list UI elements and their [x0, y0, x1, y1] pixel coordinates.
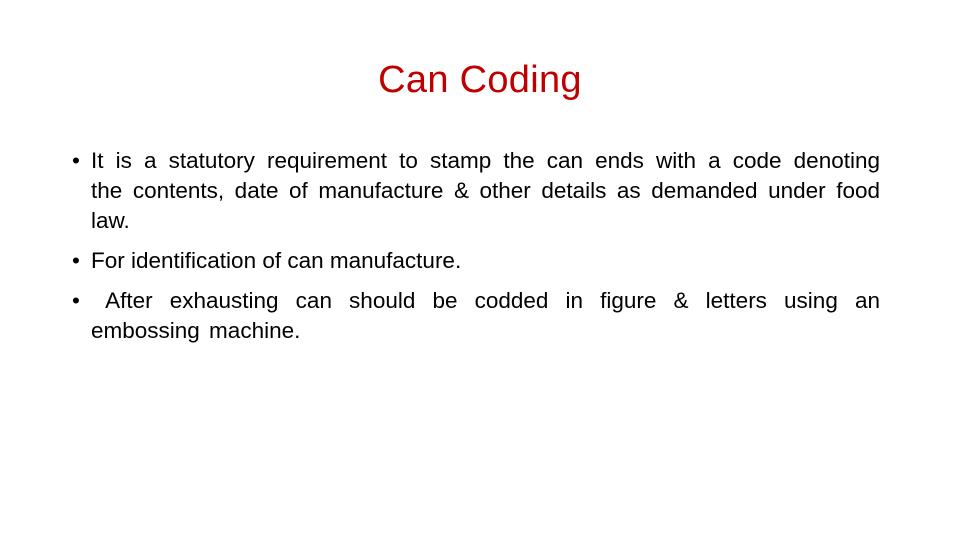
bullet-text: After exhausting can should be codded in… [91, 288, 890, 343]
bullet-item: • After exhausting can should be codded … [72, 286, 880, 346]
bullet-icon: • [72, 248, 80, 273]
bullet-list: • It is a statutory requirement to stamp… [72, 146, 880, 356]
slide-title: Can Coding [378, 59, 582, 101]
bullet-item: • It is a statutory requirement to stamp… [72, 146, 880, 236]
bullet-item: • For identification of can manufacture. [72, 246, 880, 276]
bullet-text: It is a statutory requirement to stamp t… [91, 148, 880, 233]
slide: Can Coding • It is a statutory requireme… [0, 0, 960, 540]
bullet-icon: • [72, 288, 80, 313]
bullet-text: For identification of can manufacture. [91, 248, 462, 273]
bullet-icon: • [72, 148, 80, 173]
